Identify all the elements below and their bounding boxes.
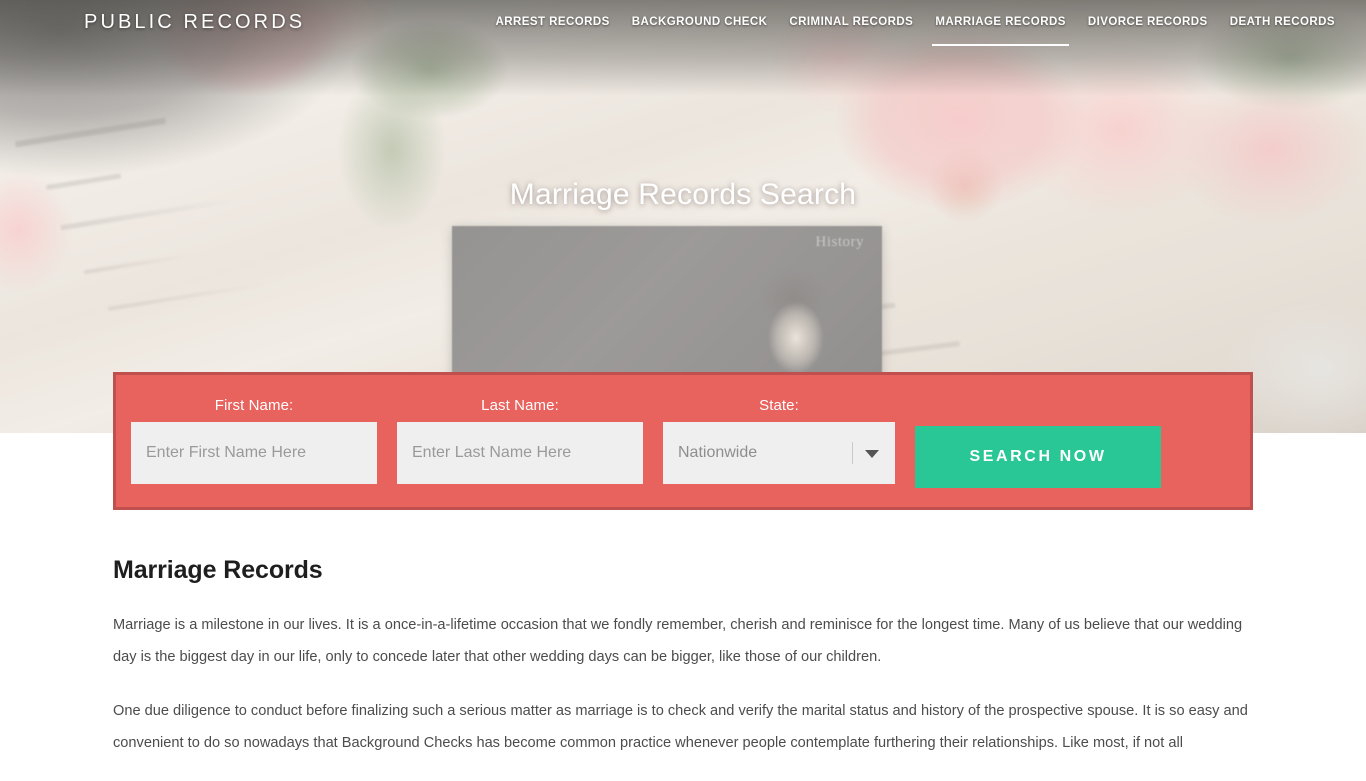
site-logo[interactable]: PUBLIC RECORDS [84, 11, 305, 34]
last-name-field-group: Last Name: [397, 397, 643, 484]
state-select[interactable]: Nationwide [663, 422, 895, 484]
chevron-down-icon [865, 450, 879, 458]
site-header: PUBLIC RECORDS ARREST RECORDS BACKGROUND… [0, 0, 1366, 46]
first-name-label: First Name: [214, 397, 294, 414]
state-label: State: [759, 397, 799, 414]
main-navigation: ARREST RECORDS BACKGROUND CHECK CRIMINAL… [484, 11, 1346, 46]
nav-item-divorce-records[interactable]: DIVORCE RECORDS [1077, 11, 1219, 33]
article-paragraph-1: Marriage is a milestone in our lives. It… [113, 617, 1243, 665]
select-divider [852, 442, 853, 464]
nav-item-background-check[interactable]: BACKGROUND CHECK [621, 11, 779, 33]
hero-section: History PUBLIC RECORDS ARREST RECORDS BA… [0, 0, 1366, 433]
article-paragraph-2: One due diligence to conduct before fina… [113, 703, 1248, 751]
article-section: Marriage Records Marriage is a milestone… [113, 556, 1257, 781]
state-selected-value: Nationwide [678, 444, 758, 461]
search-form-row: First Name: Last Name: State: Nationwide… [116, 375, 1250, 488]
article-heading: Marriage Records [113, 556, 323, 584]
nav-item-arrest-records[interactable]: ARREST RECORDS [484, 11, 620, 33]
search-now-button[interactable]: SEARCH NOW [915, 426, 1161, 488]
nav-item-criminal-records[interactable]: CRIMINAL RECORDS [778, 11, 924, 33]
state-field-group: State: Nationwide [663, 397, 895, 484]
search-form-panel: First Name: Last Name: State: Nationwide… [113, 372, 1253, 510]
nav-item-death-records[interactable]: DEATH RECORDS [1219, 11, 1346, 33]
last-name-input[interactable] [397, 422, 643, 484]
first-name-field-group: First Name: [131, 397, 377, 484]
page-title: Marriage Records Search [509, 178, 857, 211]
first-name-input[interactable] [131, 422, 377, 484]
nav-item-marriage-records[interactable]: MARRIAGE RECORDS [924, 11, 1077, 46]
last-name-label: Last Name: [481, 397, 559, 414]
